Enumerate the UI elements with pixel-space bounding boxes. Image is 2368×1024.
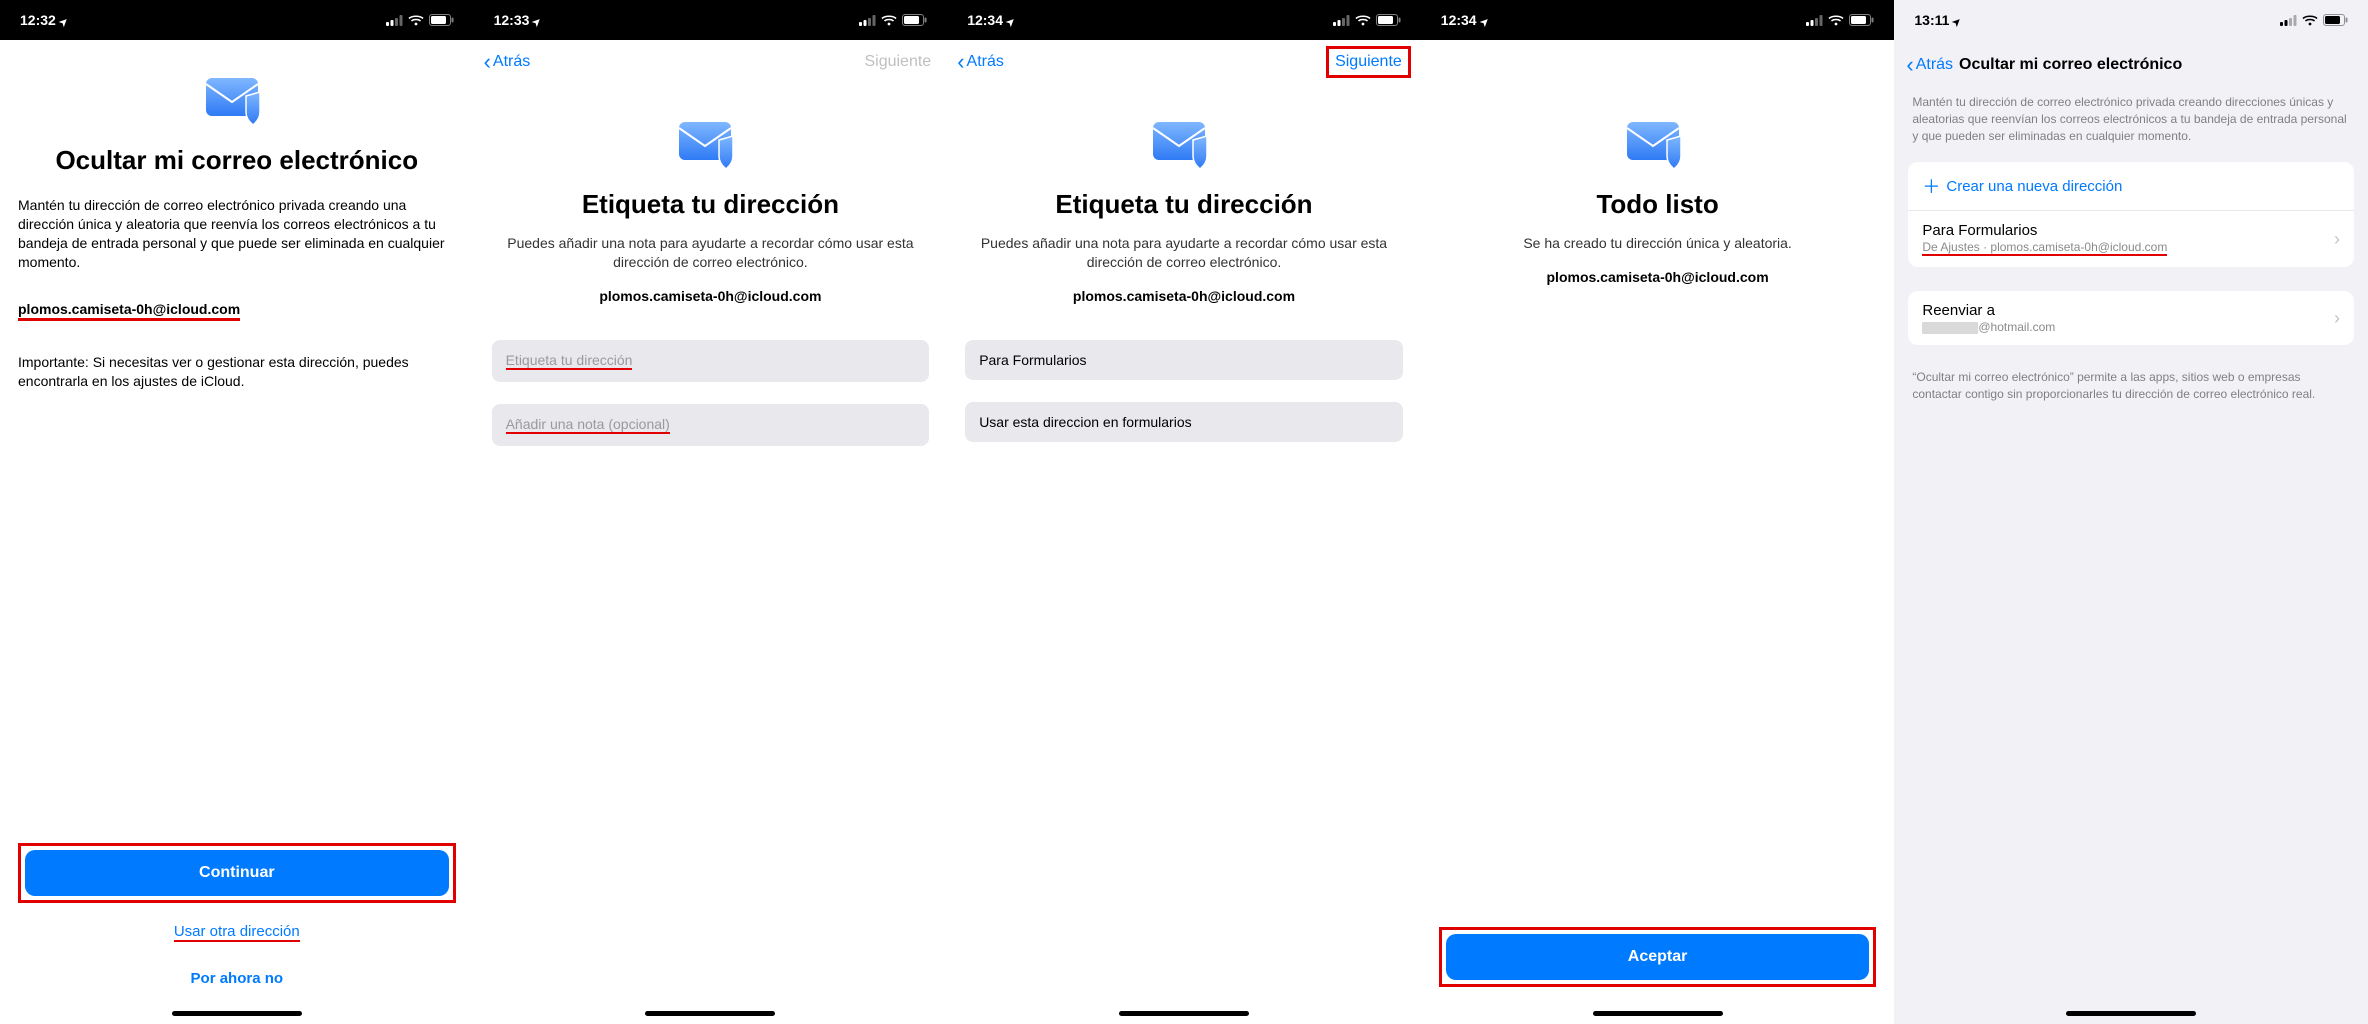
status-bar: 12:34 [947,0,1421,40]
signal-icon [2280,15,2297,26]
create-new-address-row[interactable]: ＋Crear una nueva dirección [1908,162,2354,210]
signal-icon [1806,15,1823,26]
mail-shield-icon [675,114,745,174]
wifi-icon [408,15,424,26]
page-title: Todo listo [1439,190,1877,220]
page-description: Mantén tu dirección de correo electrónic… [1912,94,2350,144]
screen-all-done: 12:34 Todo listo Se ha creado tu direcci… [1421,0,1895,1024]
battery-icon [1376,14,1401,26]
wifi-icon [881,15,897,26]
signal-icon [859,15,876,26]
use-another-link[interactable]: Usar otra dirección [174,923,300,942]
battery-icon [1849,14,1874,26]
back-button[interactable]: ‹Atrás [957,49,1004,75]
chevron-left-icon: ‹ [957,49,964,75]
location-icon [1953,12,1961,28]
battery-icon [2323,14,2348,26]
alias-subtitle: De Ajustes · plomos.camiseta-0h@icloud.c… [1922,240,2167,256]
mail-shield-icon [1623,114,1693,174]
generated-email: plomos.camiseta-0h@icloud.com [492,288,930,304]
home-indicator[interactable] [1593,1011,1723,1016]
page-title: Ocultar mi correo electrónico [18,146,456,176]
status-right [2280,14,2348,26]
home-indicator[interactable] [645,1011,775,1016]
next-button: Siguiente [858,49,937,75]
page-subtitle: Puedes añadir una nota para ayudarte a r… [506,234,916,272]
home-indicator[interactable] [172,1011,302,1016]
status-right [1806,14,1874,26]
mail-shield-icon [1149,114,1219,174]
screen-label-address-filled: 12:34 ‹Atrás Siguiente Etiqueta tu direc… [947,0,1421,1024]
status-right [386,14,454,26]
status-time: 12:34 [967,12,1003,28]
page-description: Mantén tu dirección de correo electrónic… [18,196,456,272]
screen-hide-my-email: 12:32 Ocultar mi correo electrónico Mant… [0,0,474,1024]
status-time: 12:34 [1441,12,1477,28]
wifi-icon [1828,15,1844,26]
generated-email: plomos.camiseta-0h@icloud.com [965,288,1403,304]
alias-row[interactable]: Para Formularios De Ajustes · plomos.cam… [1908,210,2354,267]
home-indicator[interactable] [2066,1011,2196,1016]
continue-button[interactable]: Continuar [25,850,449,896]
status-time: 13:11 [1914,12,1949,28]
note-input[interactable]: Añadir una nota (opcional) [492,404,930,446]
page-title: Etiqueta tu dirección [492,190,930,220]
back-button[interactable]: ‹Atrás [1906,52,1953,78]
wifi-icon [1355,15,1371,26]
wifi-icon [2302,15,2318,26]
chevron-left-icon: ‹ [484,49,491,75]
nav-bar [1421,40,1895,84]
nav-bar: ‹Atrás Ocultar mi correo electrónico [1894,40,2368,90]
location-icon [1481,12,1489,28]
status-bar: 12:33 [474,0,948,40]
location-icon [1007,12,1015,28]
forward-to-row[interactable]: Reenviar a @hotmail.com › [1908,291,2354,345]
location-icon [533,12,541,28]
status-right [859,14,927,26]
chevron-left-icon: ‹ [1906,52,1913,78]
battery-icon [902,14,927,26]
footer-note: “Ocultar mi correo electrónico” permite … [1912,369,2350,403]
forward-label: Reenviar a [1922,302,2055,319]
status-time: 12:33 [494,12,530,28]
battery-icon [429,14,454,26]
forward-email: @hotmail.com [1922,320,2055,334]
not-now-link[interactable]: Por ahora no [18,970,456,987]
page-title: Etiqueta tu dirección [965,190,1403,220]
page-subtitle: Se ha creado tu dirección única y aleato… [1453,234,1863,253]
page-title: Ocultar mi correo electrónico [1959,56,2182,74]
nav-bar: ‹Atrás Siguiente [947,40,1421,84]
accept-button[interactable]: Aceptar [1446,934,1870,980]
chevron-right-icon: › [2334,308,2340,329]
label-input[interactable]: Etiqueta tu dirección [492,340,930,382]
alias-list: ＋Crear una nueva dirección Para Formular… [1908,162,2354,267]
screen-settings-hide-my-email: 13:11 ‹Atrás Ocultar mi correo electróni… [1894,0,2368,1024]
back-button[interactable]: ‹Atrás [484,49,531,75]
page-subtitle: Puedes añadir una nota para ayudarte a r… [979,234,1389,272]
signal-icon [386,15,403,26]
status-bar: 12:32 [0,0,474,40]
signal-icon [1333,15,1350,26]
screen-label-address-empty: 12:33 ‹Atrás Siguiente Etiqueta tu direc… [474,0,948,1024]
generated-email: plomos.camiseta-0h@icloud.com [1439,269,1877,285]
nav-bar: ‹Atrás Siguiente [474,40,948,84]
alias-label: Para Formularios [1922,222,2167,239]
important-note: Importante: Si necesitas ver o gestionar… [18,353,456,391]
forward-section: Reenviar a @hotmail.com › [1908,291,2354,345]
note-input[interactable]: Usar esta direccion en formularios [965,402,1403,442]
mail-shield-icon [202,70,272,130]
plus-icon: ＋ [1922,173,1940,199]
status-bar: 12:34 [1421,0,1895,40]
status-bar: 13:11 [1894,0,2368,40]
location-icon [60,12,68,28]
status-right [1333,14,1401,26]
chevron-right-icon: › [2334,229,2340,250]
next-button[interactable]: Siguiente [1326,46,1411,78]
generated-email: plomos.camiseta-0h@icloud.com [18,301,240,321]
status-time: 12:32 [20,12,56,28]
home-indicator[interactable] [1119,1011,1249,1016]
label-input[interactable]: Para Formularios [965,340,1403,380]
redacted-icon [1922,322,1978,334]
